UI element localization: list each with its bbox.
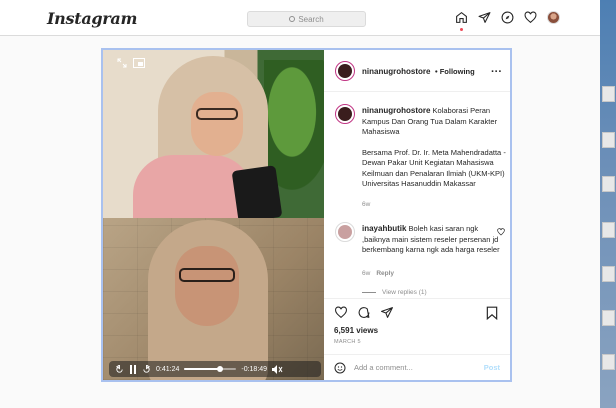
video-seek-knob[interactable]	[217, 366, 224, 372]
search-input[interactable]: Search	[247, 11, 366, 27]
following-button[interactable]: • Following	[435, 67, 475, 76]
reply-button[interactable]: Reply	[376, 270, 394, 277]
picture-in-picture-icon[interactable]	[133, 58, 145, 68]
post-comment-button[interactable]: Post	[484, 363, 500, 372]
desktop-file-thumbnail	[602, 132, 615, 148]
comment-meta: 6w Reply	[362, 270, 394, 277]
caption-username[interactable]: ninanugrohostore	[362, 106, 430, 115]
nav-icons	[455, 11, 560, 24]
desktop-file-thumbnail	[602, 266, 615, 282]
active-indicator-dot	[460, 28, 463, 31]
video-progress-fill	[184, 368, 221, 370]
home-icon[interactable]	[455, 11, 468, 24]
replies-divider	[362, 292, 376, 293]
share-icon[interactable]	[380, 306, 394, 319]
author-avatar[interactable]	[335, 61, 355, 81]
video-seek-bar[interactable]	[184, 366, 237, 372]
author-username[interactable]: ninanugrohostore	[362, 67, 430, 76]
instagram-logo[interactable]: Instagram	[47, 9, 137, 28]
caption-age: 6w	[362, 200, 371, 208]
remaining-time: -0:18:49	[241, 365, 268, 373]
post-date: MARCH 5	[334, 339, 361, 345]
caption-author-avatar[interactable]	[335, 104, 355, 124]
view-replies-label[interactable]: View replies (1)	[382, 289, 427, 296]
bookmark-icon[interactable]	[486, 306, 498, 320]
elapsed-time: 0:41:24	[156, 365, 180, 373]
desktop-file-thumbnail	[602, 354, 615, 370]
pause-icon[interactable]	[129, 364, 137, 374]
rewind-icon[interactable]	[115, 364, 124, 374]
commenter-avatar[interactable]	[335, 222, 355, 242]
heart-icon[interactable]	[524, 11, 537, 24]
video-top-controls	[117, 58, 145, 68]
desktop-file-thumbnail	[602, 222, 615, 238]
search-placeholder: Search	[298, 14, 324, 24]
commenter-username[interactable]: inayahbutik	[362, 224, 406, 233]
expand-icon[interactable]	[117, 58, 127, 68]
emoji-icon[interactable]	[334, 362, 346, 374]
comment-icon[interactable]	[357, 306, 371, 319]
video-player[interactable]: 0:41:24 -0:18:49	[103, 50, 324, 380]
post-header: ninanugrohostore • Following ···	[324, 50, 510, 92]
forward-icon[interactable]	[142, 364, 151, 374]
comment-item: inayahbutik Boleh kasi saran ngk ,baikny…	[362, 224, 502, 256]
video-controls: 0:41:24 -0:18:49	[109, 361, 321, 377]
post-modal: 0:41:24 -0:18:49 ninanugrohostore • Foll…	[101, 48, 512, 382]
add-comment-bar: Add a comment... Post	[324, 354, 510, 380]
desktop-edge	[600, 0, 616, 408]
explore-icon[interactable]	[501, 11, 514, 24]
more-options-icon[interactable]: ···	[491, 66, 502, 78]
add-comment-input[interactable]: Add a comment...	[354, 363, 476, 372]
search-icon	[289, 16, 296, 22]
caption-line-2: Bersama Prof. Dr. Ir. Meta Mahendradatta…	[362, 147, 506, 189]
comment-like-icon[interactable]	[497, 228, 505, 236]
like-icon[interactable]	[334, 306, 348, 319]
comment-age: 6w	[362, 270, 371, 277]
desktop-file-thumbnail	[602, 176, 615, 192]
video-frame-top	[103, 50, 324, 218]
post-caption: ninanugrohostore Kolaborasi Peran Kampus…	[362, 106, 508, 210]
view-replies[interactable]: View replies (1)	[362, 289, 427, 296]
direct-icon[interactable]	[478, 11, 491, 24]
post-side-panel: ninanugrohostore • Following ··· ninanug…	[324, 50, 510, 380]
desktop-file-thumbnail	[602, 86, 615, 102]
mute-icon[interactable]	[272, 364, 283, 374]
views-count[interactable]: 6,591 views	[334, 326, 378, 335]
profile-avatar[interactable]	[547, 11, 560, 24]
post-actions: 6,591 views MARCH 5	[324, 298, 510, 348]
top-navigation-bar: Instagram Search	[0, 0, 600, 36]
video-frame-bottom	[103, 218, 324, 380]
desktop-file-thumbnail	[602, 310, 615, 326]
